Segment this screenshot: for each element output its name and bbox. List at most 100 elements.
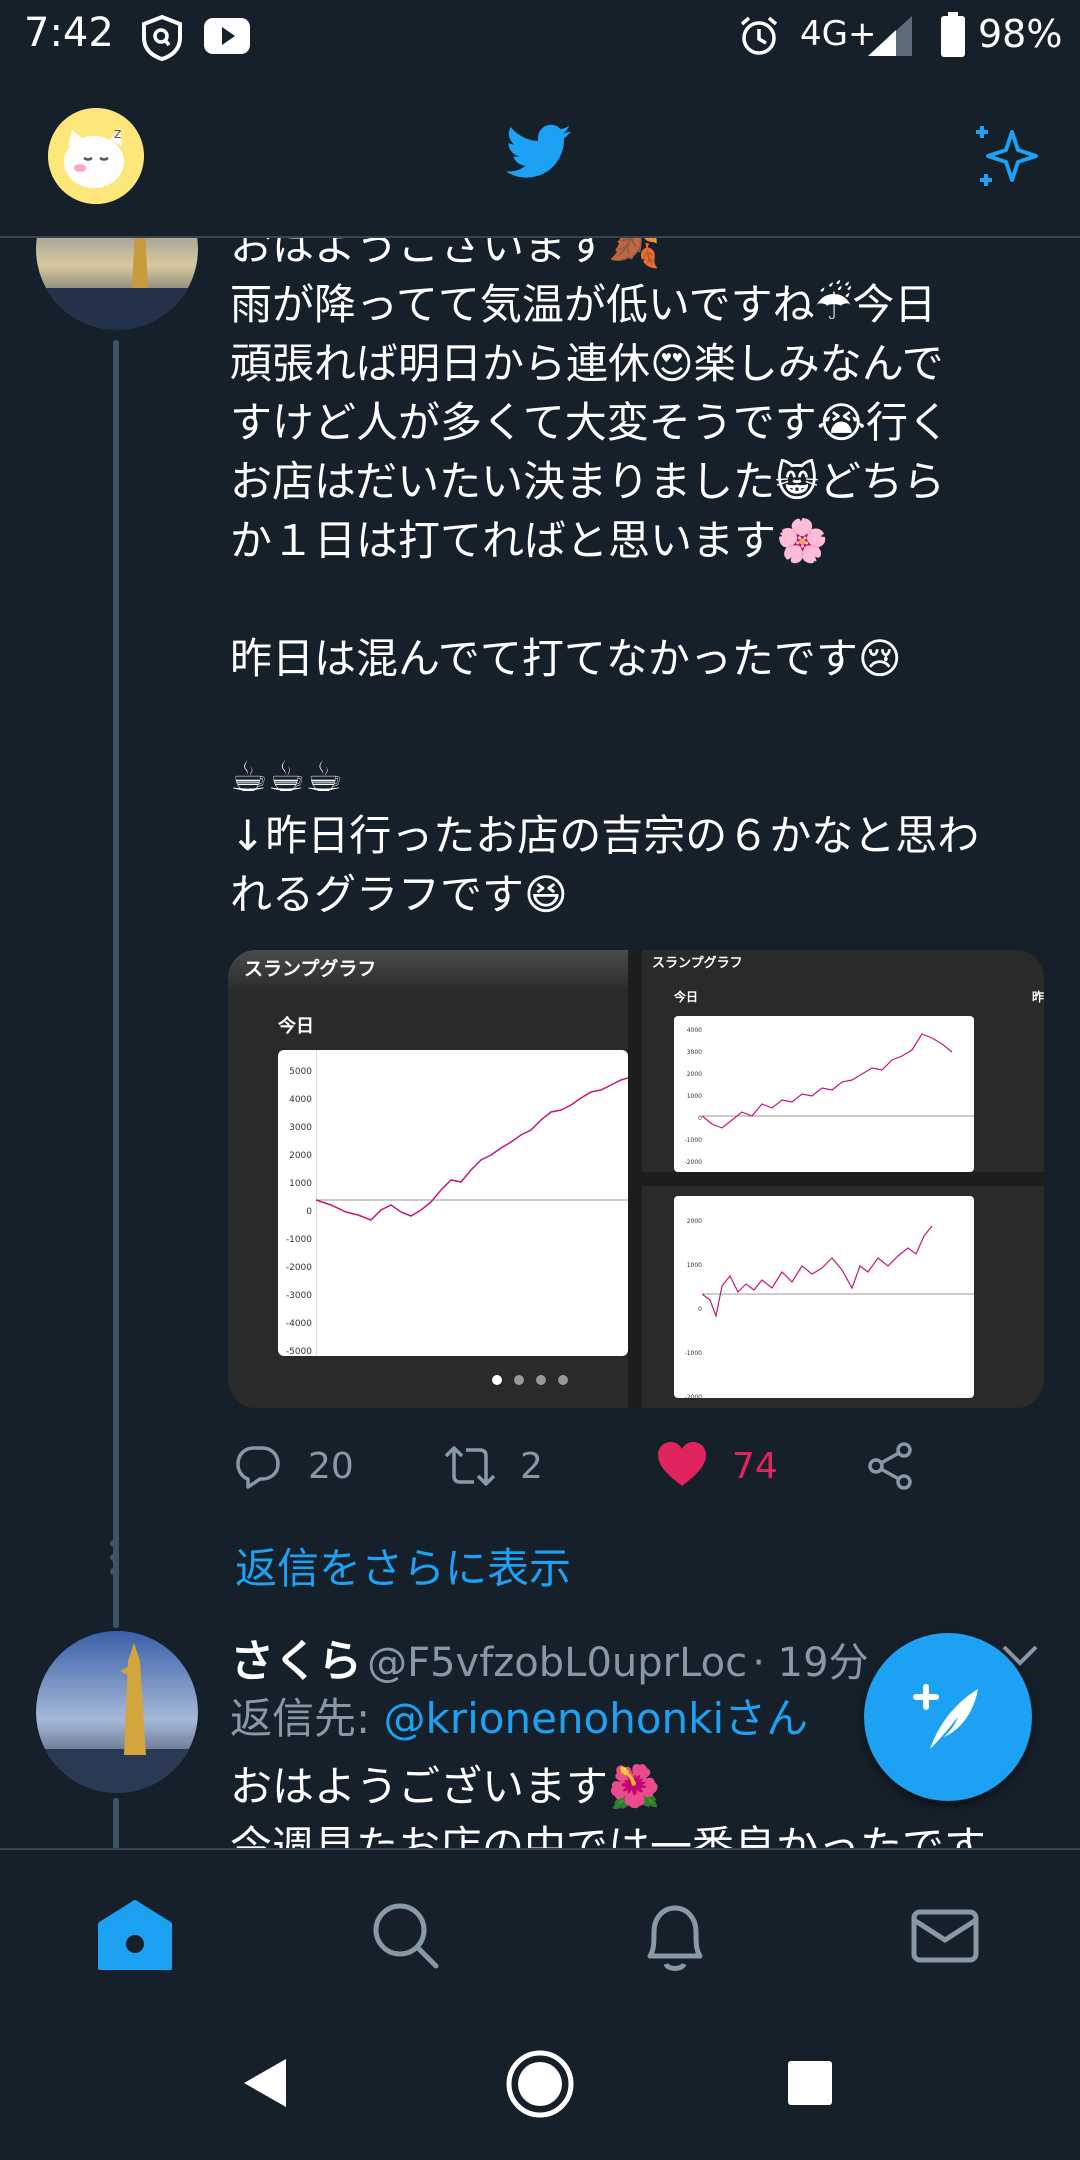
notifications-bell-icon[interactable] — [630, 1890, 720, 1980]
y-tick-labels: 5000 4000 3000 2000 1000 0 -1000 -2000 -… — [282, 1058, 312, 1366]
thread-line — [113, 1798, 119, 1848]
tweet-line: か１日は打てればと思います🌸 — [230, 516, 829, 565]
y-tick: 3000 — [289, 1123, 312, 1133]
tweet-line: 昨日は混んでて打てなかったです😢 — [230, 634, 902, 683]
reply-to: 返信先: @krionenohonkiさん — [230, 1685, 808, 1746]
y-tick: -2000 — [285, 1263, 312, 1273]
y-tick: 0 — [306, 1207, 312, 1217]
y-tick: 3000 — [686, 1049, 702, 1056]
page-indicator — [492, 1370, 568, 1389]
reply-to-handle[interactable]: @krionenohonkiさん — [384, 1694, 809, 1743]
reply-author-name[interactable]: さくら — [230, 1636, 362, 1687]
gallery-image-3[interactable]: 2000 1000 0 -1000 -2000 — [642, 1186, 1044, 1408]
compose-tweet-button[interactable] — [864, 1633, 1032, 1801]
youtube-icon — [204, 18, 250, 54]
graph-panel: 5000 4000 3000 2000 1000 0 -1000 -2000 -… — [278, 1050, 628, 1357]
thread-dots — [110, 1540, 117, 1575]
image-title: スランプグラフ — [244, 958, 377, 980]
retweet-count: 2 — [520, 1446, 543, 1487]
timeline: おはようございます🍂 雨が降ってて気温が低いですね☔今日 頑張れば明日から連休😍… — [0, 238, 1080, 1848]
image-gallery[interactable]: スランプグラフ 今日 5000 4000 3000 2000 1000 0 -1… — [228, 950, 1044, 1408]
share-icon[interactable] — [866, 1442, 914, 1490]
like-icon[interactable] — [656, 1440, 708, 1488]
app-header: z — [0, 72, 1080, 238]
home-circle-icon[interactable] — [505, 2049, 575, 2119]
tweet-text: 雨が降ってて気温が低いですね☔今日 頑張れば明日から連休😍楽しみなんで すけど人… — [230, 275, 1060, 924]
reply-text-line: 今週見たお店の中では一番良かったです — [230, 1822, 987, 1848]
y-tick: 4000 — [289, 1095, 312, 1105]
y-tick: 4000 — [686, 1027, 702, 1034]
statue-photo-icon — [36, 1631, 198, 1793]
tweet-line: 雨が降ってて気温が低いですね☔今日 — [230, 280, 937, 329]
retweet-icon[interactable] — [442, 1442, 498, 1490]
reply-time: · 19分 — [752, 1640, 869, 1686]
image-side-label: 昨 — [1032, 990, 1044, 1004]
battery-percent: 98% — [978, 12, 1063, 56]
tweet-actions: 20 2 74 — [230, 1436, 1050, 1496]
tweet-text-first-line: おはようございます🍂 — [230, 238, 661, 270]
y-tick-labels: 2000 1000 0 -1000 -2000 — [676, 1200, 702, 1408]
thread-line — [113, 340, 119, 1628]
bottom-navigation — [0, 1848, 1080, 2013]
search-icon[interactable] — [360, 1890, 450, 1980]
cat-avatar-icon: z — [48, 108, 144, 204]
status-time: 7:42 — [24, 10, 114, 56]
reply-text-line: おはようございます🌺 — [230, 1762, 661, 1811]
image-title: スランプグラフ — [652, 956, 743, 971]
home-icon[interactable] — [90, 1890, 180, 1980]
alarm-icon — [740, 16, 778, 55]
y-tick: 1000 — [289, 1179, 312, 1189]
image-subtitle: 今日 — [278, 1016, 314, 1037]
like-count: 74 — [732, 1446, 778, 1487]
messages-mail-icon[interactable] — [900, 1890, 990, 1980]
y-tick: -5000 — [285, 1347, 312, 1357]
reply-to-label: 返信先: — [230, 1694, 384, 1743]
y-tick: 0 — [698, 1115, 702, 1122]
y-tick: 2000 — [686, 1218, 702, 1225]
tweet-line: ↓昨日行ったお店の吉宗の６かなと思わ — [230, 811, 980, 860]
tweet-line: お店はだいたい決まりました😸どちら — [230, 457, 945, 506]
y-tick: -2000 — [684, 1394, 702, 1401]
reply-count: 20 — [308, 1446, 354, 1487]
y-tick: -1000 — [285, 1235, 312, 1245]
slump-graph-1 — [316, 1050, 628, 1356]
show-more-replies-link[interactable]: 返信をさらに表示 — [235, 1535, 571, 1596]
y-tick: 1000 — [686, 1093, 702, 1100]
gallery-image-1[interactable]: スランプグラフ 今日 5000 4000 3000 2000 1000 0 -1… — [228, 950, 628, 1408]
reply-author-handle[interactable]: @F5vfzobL0uprLoc — [367, 1640, 747, 1686]
svg-text:z: z — [114, 126, 121, 142]
sparkle-icon[interactable] — [972, 120, 1044, 192]
twitter-bird-icon[interactable] — [506, 124, 572, 180]
tweet-line: すけど人が多くて大変そうです😭行く — [230, 398, 950, 447]
image-subtitle: 今日 — [674, 990, 699, 1004]
back-icon[interactable] — [240, 2055, 290, 2111]
y-tick: 1000 — [686, 1262, 702, 1269]
y-tick: 2000 — [686, 1071, 702, 1078]
y-tick: 2000 — [289, 1151, 312, 1161]
y-tick: 0 — [698, 1306, 702, 1313]
y-tick: -3000 — [285, 1291, 312, 1301]
tweet-line: 頑張れば明日から連休😍楽しみなんで — [230, 339, 944, 388]
statue-photo-icon — [36, 238, 198, 330]
author-avatar[interactable] — [36, 238, 198, 330]
y-tick: 5000 — [289, 1067, 312, 1077]
vpn-shield-icon — [142, 14, 182, 62]
y-tick: -1000 — [684, 1137, 702, 1144]
gallery-image-2[interactable]: スランプグラフ 今日 昨 4000 3000 2000 1000 0 -1000… — [642, 950, 1044, 1172]
network-type: 4G+ — [800, 14, 877, 54]
slump-graph-2 — [702, 1033, 974, 1129]
profile-avatar[interactable]: z — [48, 108, 144, 204]
y-tick: -1000 — [684, 1350, 702, 1357]
signal-icon — [868, 16, 912, 56]
recents-square-icon[interactable] — [786, 2059, 834, 2107]
reply-header: さくら @F5vfzobL0uprLoc · 19分 — [230, 1625, 869, 1689]
compose-feather-icon — [913, 1684, 978, 1749]
graph-panel: 4000 3000 2000 1000 0 -1000 -2000 — [674, 1016, 974, 1172]
reply-author-avatar[interactable] — [36, 1631, 198, 1793]
y-tick: -4000 — [285, 1319, 312, 1329]
y-tick: -2000 — [684, 1159, 702, 1166]
reply-icon[interactable] — [234, 1442, 282, 1490]
y-tick-labels: 4000 3000 2000 1000 0 -1000 -2000 — [676, 1020, 702, 1174]
